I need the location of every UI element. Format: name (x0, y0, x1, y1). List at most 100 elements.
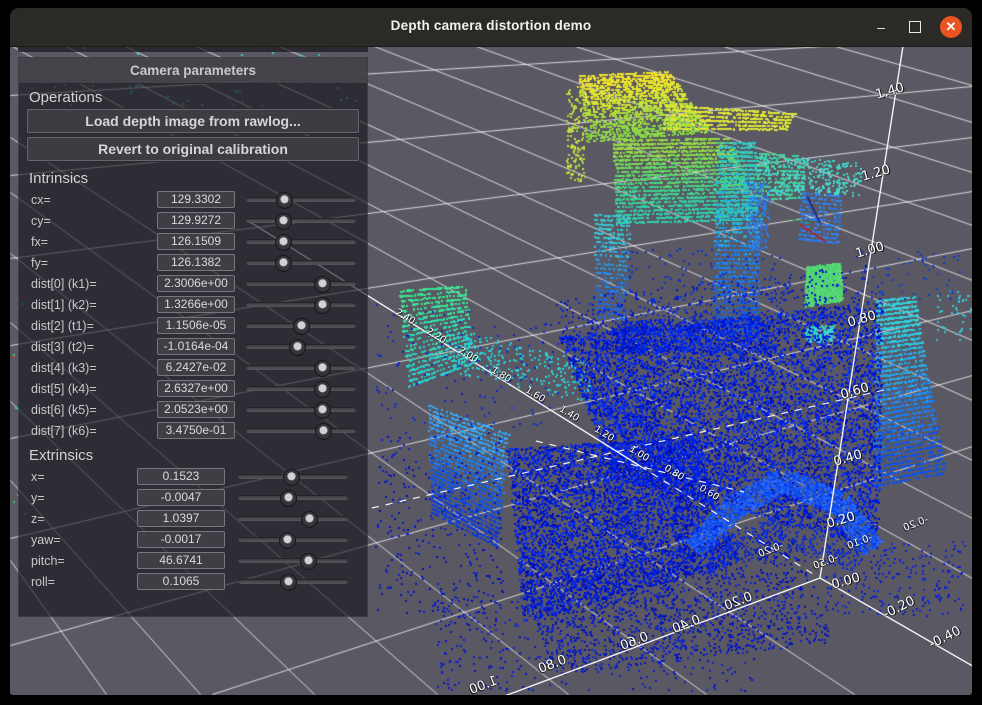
section-operations: Operations (19, 84, 367, 109)
param-value-field[interactable]: 6.2427e-02 (157, 359, 235, 376)
close-button[interactable]: ✕ (940, 16, 962, 38)
param-slider-handle[interactable] (314, 360, 331, 377)
param-slider-handle[interactable] (275, 255, 292, 272)
param-slider-handle[interactable] (275, 234, 292, 251)
param-value-field[interactable]: 1.1506e-05 (157, 317, 235, 334)
param-value-field[interactable]: 1.0397 (137, 510, 225, 527)
param-slider[interactable] (246, 239, 356, 244)
param-slider[interactable] (246, 407, 356, 412)
window-title: Depth camera distortion demo (10, 18, 972, 33)
param-value-field[interactable]: 3.4750e-01 (157, 422, 235, 439)
param-row: cy= 129.9272 (19, 211, 367, 232)
param-label: cy= (31, 214, 51, 228)
param-slider-handle[interactable] (314, 402, 331, 419)
param-slider-handle[interactable] (314, 276, 331, 293)
param-slider-handle[interactable] (289, 339, 306, 356)
param-row: dist[0] (k1)=2.3006e+00 (19, 274, 367, 295)
param-label: yaw= (31, 533, 61, 547)
param-value-field[interactable]: 2.3006e+00 (157, 275, 235, 292)
param-slider-handle[interactable] (280, 574, 297, 591)
param-slider-handle[interactable] (293, 318, 310, 335)
app-window: 1.401.201.000.800.600.400.200.00-0.20-0.… (10, 8, 972, 695)
param-label: cx= (31, 193, 51, 207)
param-slider[interactable] (238, 495, 348, 500)
param-slider[interactable] (246, 260, 356, 265)
param-label: dist[5] (k4)= (31, 382, 97, 396)
param-slider[interactable] (246, 218, 356, 223)
param-row: dist[7] (k6)= 3.4750e-01 (19, 421, 367, 442)
param-row: dist[6] (k5)=2.0523e+00 (19, 400, 367, 421)
param-row: fx= 126.1509 (19, 232, 367, 253)
intrinsics-rows: cx= 129.3302 cy= 129.9272 fx= 126.1509 fy= 126.… (19, 190, 367, 442)
minimize-button[interactable]: – (870, 16, 892, 38)
param-label: dist[3] (t2)= (31, 340, 94, 354)
param-slider-handle[interactable] (315, 423, 332, 440)
maximize-icon (909, 21, 921, 33)
extrinsics-rows: x= 0.1523 y= -0.0047 z= 1.0397 yaw= -0.0017 pitc… (19, 467, 367, 593)
param-slider[interactable] (246, 386, 356, 391)
param-label: pitch= (31, 554, 65, 568)
param-label: y= (31, 491, 45, 505)
param-value-field[interactable]: 0.1523 (137, 468, 225, 485)
param-row: yaw= -0.0017 (19, 530, 367, 551)
param-value-field[interactable]: 1.3266e+00 (157, 296, 235, 313)
section-extrinsics: Extrinsics (19, 442, 367, 467)
param-value-field[interactable]: 129.3302 (157, 191, 235, 208)
param-label: x= (31, 470, 45, 484)
param-slider-handle[interactable] (279, 532, 296, 549)
param-row: cx= 129.3302 (19, 190, 367, 211)
param-value-field[interactable]: 126.1509 (157, 233, 235, 250)
param-slider-handle[interactable] (283, 469, 300, 486)
param-label: fy= (31, 256, 48, 270)
param-value-field[interactable]: 0.1065 (137, 573, 225, 590)
param-value-field[interactable]: -0.0047 (137, 489, 225, 506)
param-value-field[interactable]: 129.9272 (157, 212, 235, 229)
param-slider[interactable] (246, 323, 356, 328)
param-row: dist[4] (k3)= 6.2427e-02 (19, 358, 367, 379)
param-slider-handle[interactable] (301, 511, 318, 528)
param-slider-handle[interactable] (280, 490, 297, 507)
param-row: x= 0.1523 (19, 467, 367, 488)
param-label: dist[2] (t1)= (31, 319, 94, 333)
param-slider[interactable] (238, 537, 348, 542)
param-slider-handle[interactable] (300, 553, 317, 570)
param-row: dist[3] (t2)= -1.0164e-04 (19, 337, 367, 358)
param-label: z= (31, 512, 45, 526)
param-value-field[interactable]: 126.1382 (157, 254, 235, 271)
param-slider[interactable] (238, 558, 348, 563)
param-label: dist[1] (k2)= (31, 298, 97, 312)
param-slider[interactable] (246, 365, 356, 370)
param-slider-handle[interactable] (276, 192, 293, 209)
param-slider-handle[interactable] (275, 213, 292, 230)
param-slider[interactable] (246, 281, 356, 286)
param-slider-handle[interactable] (314, 297, 331, 314)
revert-calibration-button[interactable]: Revert to original calibration (27, 137, 359, 161)
param-slider[interactable] (238, 579, 348, 584)
param-slider-handle[interactable] (314, 381, 331, 398)
param-value-field[interactable]: 2.0523e+00 (157, 401, 235, 418)
param-slider[interactable] (246, 197, 356, 202)
param-slider[interactable] (238, 516, 348, 521)
load-depth-image-button[interactable]: Load depth image from rawlog... (27, 109, 359, 133)
param-row: pitch= 46.6741 (19, 551, 367, 572)
param-label: fx= (31, 235, 48, 249)
param-row: roll= 0.1065 (19, 572, 367, 593)
param-label: roll= (31, 575, 55, 589)
param-slider[interactable] (246, 344, 356, 349)
section-intrinsics: Intrinsics (19, 165, 367, 190)
param-label: dist[7] (k6)= (31, 424, 97, 438)
panel-header[interactable]: Camera parameters (19, 58, 367, 84)
param-label: dist[4] (k3)= (31, 361, 97, 375)
param-value-field[interactable]: 2.6327e+00 (157, 380, 235, 397)
param-row: fy= 126.1382 (19, 253, 367, 274)
param-slider[interactable] (246, 302, 356, 307)
param-row: dist[2] (t1)= 1.1506e-05 (19, 316, 367, 337)
param-slider[interactable] (238, 474, 348, 479)
param-value-field[interactable]: -1.0164e-04 (157, 338, 235, 355)
title-bar: Depth camera distortion demo – ✕ (10, 8, 972, 47)
param-value-field[interactable]: 46.6741 (137, 552, 225, 569)
param-slider[interactable] (246, 428, 356, 433)
maximize-button[interactable] (904, 16, 926, 38)
param-row: z= 1.0397 (19, 509, 367, 530)
param-value-field[interactable]: -0.0017 (137, 531, 225, 548)
